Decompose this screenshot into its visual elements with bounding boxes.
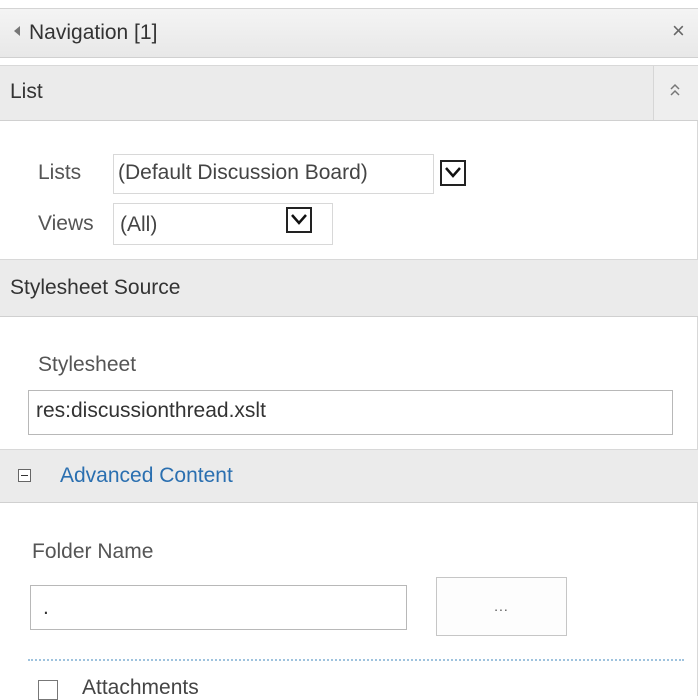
stylesheet-label: Stylesheet bbox=[38, 353, 137, 376]
chevron-down-icon bbox=[291, 214, 307, 225]
lists-label: Lists bbox=[38, 161, 82, 184]
list-section-label: List bbox=[10, 80, 43, 103]
views-dropdown-button[interactable] bbox=[286, 207, 312, 233]
chevron-down-icon bbox=[445, 167, 461, 178]
tool-pane: Navigation [1] × List Lists (Default Dis… bbox=[0, 0, 698, 700]
stylesheet-source-label: Stylesheet Source bbox=[10, 276, 181, 299]
folder-name-label: Folder Name bbox=[32, 540, 154, 563]
list-section-header: List bbox=[0, 65, 698, 121]
lists-dropdown-button[interactable] bbox=[440, 160, 466, 186]
lists-select[interactable]: (Default Discussion Board) bbox=[113, 154, 434, 194]
views-label: Views bbox=[38, 212, 94, 235]
advanced-content-section-header: Advanced Content bbox=[0, 449, 698, 503]
dotted-separator bbox=[28, 659, 684, 661]
section-expander-button[interactable] bbox=[653, 66, 698, 120]
double-chevron-up-icon bbox=[670, 83, 680, 96]
folder-name-input[interactable]: . bbox=[30, 585, 407, 630]
minus-box-icon[interactable] bbox=[18, 469, 31, 482]
stylesheet-source-section-header: Stylesheet Source bbox=[0, 259, 698, 317]
panel-header: Navigation [1] × bbox=[0, 8, 698, 58]
left-triangle-icon[interactable] bbox=[14, 26, 20, 36]
folder-name-input-value: . bbox=[43, 596, 49, 619]
stylesheet-input-value: res:discussionthread.xslt bbox=[36, 399, 266, 422]
lists-select-value: (Default Discussion Board) bbox=[118, 161, 368, 184]
browse-button-label: ... bbox=[494, 598, 509, 614]
browse-button[interactable]: ... bbox=[436, 577, 567, 636]
attachments-label: Attachments bbox=[82, 676, 199, 699]
views-select-value: (All) bbox=[120, 213, 158, 236]
panel-title: Navigation [1] bbox=[29, 21, 158, 44]
close-icon[interactable]: × bbox=[672, 18, 685, 44]
advanced-content-link[interactable]: Advanced Content bbox=[60, 464, 233, 488]
stylesheet-input[interactable]: res:discussionthread.xslt bbox=[28, 390, 673, 435]
attachments-checkbox[interactable] bbox=[38, 680, 58, 700]
